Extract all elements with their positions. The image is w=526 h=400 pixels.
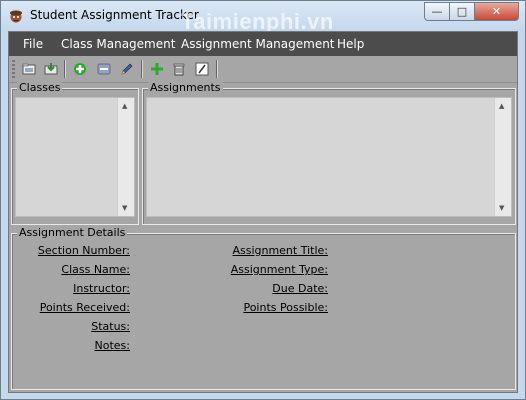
assignment-type-label: Assignment Type: [230, 263, 328, 276]
toolbar-grip[interactable] [12, 60, 15, 78]
minimize-icon: — [431, 5, 443, 18]
points-received-label: Points Received: [39, 301, 130, 314]
scroll-down-icon[interactable]: ▼ [122, 204, 127, 212]
points-possible-label: Points Possible: [243, 301, 328, 314]
notes-label: Notes: [94, 339, 130, 352]
scroll-up-icon[interactable]: ▲ [122, 102, 127, 110]
classes-scrollbar[interactable]: ▲ ▼ [117, 98, 134, 216]
assignment-title-label: Assignment Title: [232, 244, 328, 257]
instructor-label: Instructor: [73, 282, 130, 295]
menu-class-management[interactable]: Class Management [61, 37, 175, 51]
menu-help[interactable]: Help [337, 37, 364, 51]
edit-assignment-icon[interactable] [194, 61, 210, 77]
add-class-icon[interactable] [72, 61, 88, 77]
assignment-details-label: Assignment Details [17, 226, 128, 239]
classes-group: Classes ▲ ▼ [11, 81, 139, 225]
remove-class-icon[interactable] [96, 61, 112, 77]
import-icon[interactable] [43, 61, 59, 77]
close-icon: ✕ [491, 5, 502, 18]
window-controls: — □ ✕ [424, 2, 519, 21]
menu-file[interactable]: File [23, 37, 43, 51]
maximize-button[interactable]: □ [450, 2, 475, 21]
classes-label: Classes [17, 81, 63, 94]
app-logo-icon [8, 8, 24, 24]
assignments-label: Assignments [148, 81, 223, 94]
maximize-icon: □ [456, 5, 468, 18]
scroll-down-icon[interactable]: ▼ [499, 204, 504, 212]
assignments-group: Assignments ▲ ▼ [142, 81, 516, 225]
title-bar[interactable]: Student Assignment Tracker Taimienphi.vn… [1, 1, 525, 34]
assignments-scrollbar[interactable]: ▲ ▼ [494, 98, 511, 216]
toolbar [9, 56, 517, 83]
add-assignment-icon[interactable] [149, 61, 165, 77]
window-title: Student Assignment Tracker [30, 8, 199, 22]
app-window: Student Assignment Tracker Taimienphi.vn… [0, 0, 526, 400]
close-button[interactable]: ✕ [475, 2, 519, 21]
menu-bar: File Class Management Assignment Managem… [9, 32, 517, 56]
assignments-list[interactable]: ▲ ▼ [146, 97, 512, 217]
toolbar-separator [216, 60, 217, 78]
class-name-label: Class Name: [61, 263, 130, 276]
status-label: Status: [91, 320, 130, 333]
client-area: File Class Management Assignment Managem… [8, 31, 518, 393]
delete-assignment-icon[interactable] [171, 61, 187, 77]
scroll-up-icon[interactable]: ▲ [499, 102, 504, 110]
section-number-label: Section Number: [37, 244, 130, 257]
assignment-details-group: Assignment Details Section Number: Class… [11, 226, 516, 390]
due-date-label: Due Date: [272, 282, 328, 295]
open-folder-icon[interactable] [21, 61, 37, 77]
menu-assignment-management[interactable]: Assignment Management [181, 37, 335, 51]
classes-list[interactable]: ▲ ▼ [15, 97, 135, 217]
toolbar-separator [141, 60, 142, 78]
toolbar-separator [64, 60, 65, 78]
edit-class-icon[interactable] [119, 61, 135, 77]
minimize-button[interactable]: — [424, 2, 450, 21]
